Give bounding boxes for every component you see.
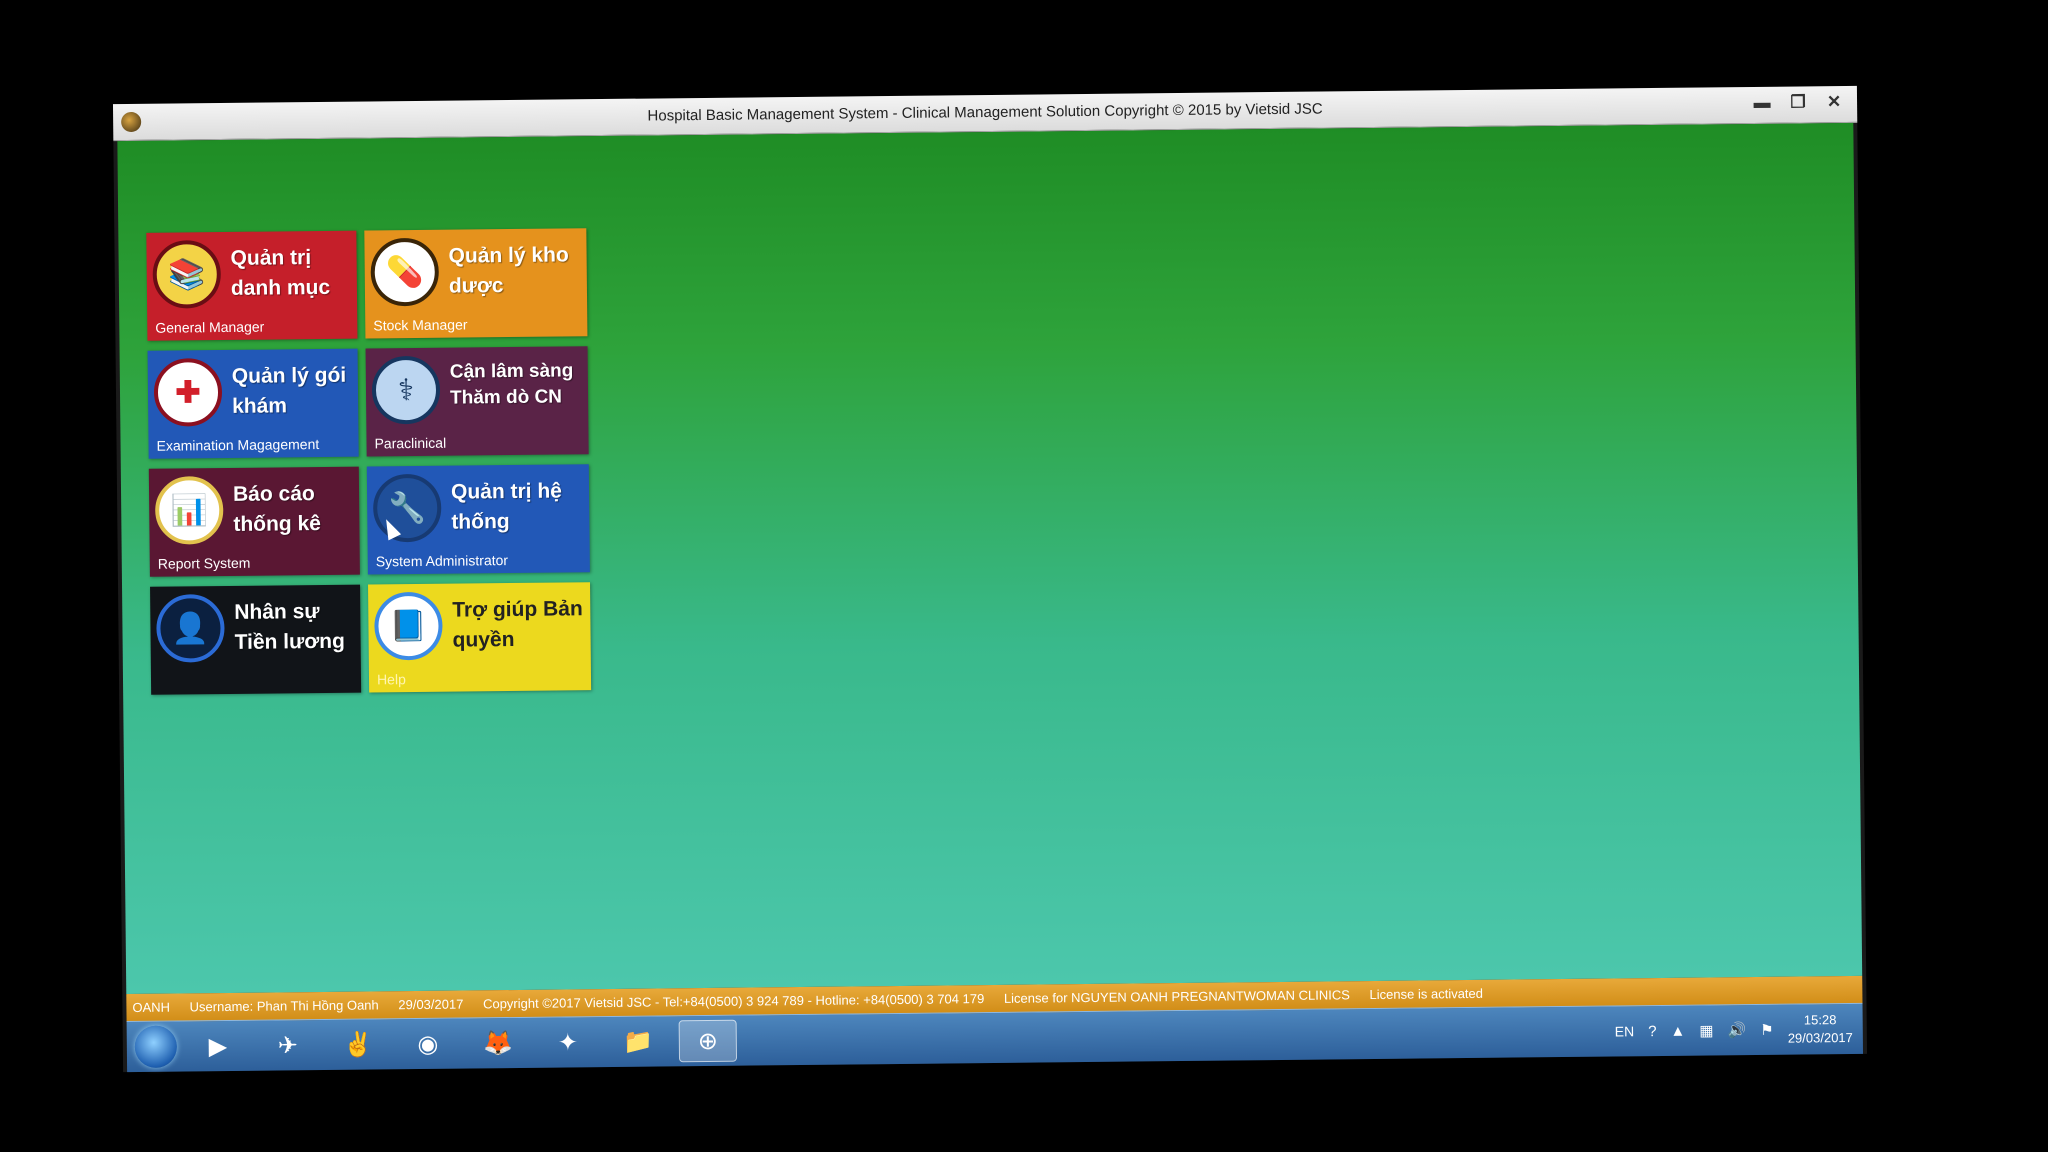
- tile-title: Báo cáo thống kê: [232, 482, 322, 536]
- network-icon[interactable]: ✈: [259, 1024, 317, 1067]
- tile-title: Cận lâm sàng Thăm dò CN: [449, 360, 574, 409]
- tile-system-administrator[interactable]: 🔧 Quản trị hệ thống System Administrator: [366, 464, 590, 575]
- books-icon: 📘: [374, 591, 443, 661]
- close-button[interactable]: ✕: [1821, 90, 1847, 114]
- tile-subtitle: Help: [376, 671, 406, 688]
- restore-button[interactable]: ❐: [1785, 90, 1811, 114]
- tile-title: Quản lý kho dược: [448, 243, 569, 298]
- tile-title: Quản lý gói khám: [231, 363, 347, 418]
- paraclinical-icon: ⚕: [371, 355, 441, 425]
- tile-subtitle: Paraclinical: [374, 434, 447, 452]
- tile-title: Quản trị hệ thống: [450, 479, 563, 534]
- tile-title: Nhân sự Tiền lương: [234, 600, 345, 654]
- pharmacy-stock-icon: 💊: [370, 237, 440, 307]
- window-controls: ▬ ❐ ✕: [1749, 90, 1847, 115]
- tile-subtitle: Examination Magagement: [156, 436, 320, 454]
- tile-subtitle: Stock Manager: [373, 316, 468, 334]
- language-indicator[interactable]: EN: [1615, 1023, 1635, 1039]
- tile-title: Trợ giúp Bản quyền: [452, 597, 583, 652]
- clock-time: 15:28: [1803, 1012, 1837, 1028]
- medical-cross-icon: ✚: [153, 358, 223, 427]
- tile-paraclinical[interactable]: ⚕ Cận lâm sàng Thăm dò CN Paraclinical: [365, 346, 589, 457]
- tile-subtitle: Report System: [157, 554, 251, 572]
- start-button[interactable]: [134, 1025, 178, 1068]
- help-icon[interactable]: ?: [1648, 1023, 1657, 1040]
- tile-subtitle: General Manager: [155, 318, 265, 336]
- media-player-icon[interactable]: ▶: [189, 1025, 247, 1068]
- tile-title: Quản trị danh mục: [230, 246, 331, 300]
- taskbar-clock[interactable]: 15:28 29/03/2017: [1787, 1011, 1853, 1048]
- catalog-icon: 📚: [152, 240, 222, 309]
- tile-help[interactable]: 📘 Trợ giúp Bản quyền Help: [368, 582, 592, 693]
- tile-report-system[interactable]: 📊 Báo cáo thống kê Report System: [148, 466, 360, 577]
- tile-subtitle: System Administrator: [375, 552, 509, 570]
- tile-examination-management[interactable]: ✚ Quản lý gói khám Examination Magagemen…: [147, 348, 359, 459]
- firefox-icon[interactable]: 🦊: [469, 1022, 527, 1065]
- status-license-state: License is activated: [1369, 985, 1484, 1003]
- hospital-app-icon[interactable]: ⊕: [678, 1019, 738, 1063]
- clock-date: 29/03/2017: [1787, 1029, 1853, 1046]
- tile-general-manager[interactable]: 📚 Quản trị danh mục General Manager: [146, 230, 358, 341]
- status-username: Username: Phan Thi Hồng Oanh: [189, 997, 379, 1015]
- tools-icon: 🔧: [372, 473, 442, 543]
- minimize-button[interactable]: ▬: [1749, 91, 1775, 115]
- status-user-code: OANH: [132, 999, 171, 1016]
- tile-stock-manager[interactable]: 💊 Quản lý kho dược Stock Manager: [364, 228, 588, 339]
- show-hidden-icons-icon[interactable]: ▲: [1670, 1022, 1685, 1039]
- volume-icon[interactable]: 🔊: [1727, 1021, 1746, 1039]
- app-workspace: 📚 Quản trị danh mục General Manager 💊 Qu…: [117, 122, 1863, 995]
- action-center-flag-icon[interactable]: ⚑: [1760, 1021, 1774, 1039]
- network-status-icon[interactable]: ▦: [1699, 1021, 1713, 1039]
- file-explorer-icon[interactable]: 📁: [609, 1020, 667, 1063]
- module-tiles: 📚 Quản trị danh mục General Manager 💊 Qu…: [146, 228, 592, 695]
- utility-icon[interactable]: ✌: [329, 1023, 387, 1066]
- monitor-screen: Hospital Basic Management System - Clini…: [112, 85, 1868, 1073]
- system-tray: EN ? ▲ ▦ 🔊 ⚑ 15:28 29/03/2017: [1614, 1004, 1853, 1056]
- tools-app-icon[interactable]: ✦: [539, 1021, 597, 1064]
- person-icon: 👤: [156, 594, 225, 663]
- tile-human-resources[interactable]: 👤 Nhân sự Tiền lương: [150, 584, 362, 695]
- status-date: 29/03/2017: [398, 996, 464, 1013]
- chrome-icon[interactable]: ◉: [399, 1023, 457, 1066]
- status-copyright: Copyright ©2017 Vietsid JSC - Tel:+84(05…: [482, 991, 985, 1012]
- status-license: License for NGUYEN OANH PREGNANTWOMAN CL…: [1003, 987, 1350, 1006]
- report-icon: 📊: [154, 476, 224, 545]
- taskbar-apps: ▶ ✈ ✌ ◉ 🦊 ✦ 📁 ⊕: [189, 1019, 738, 1068]
